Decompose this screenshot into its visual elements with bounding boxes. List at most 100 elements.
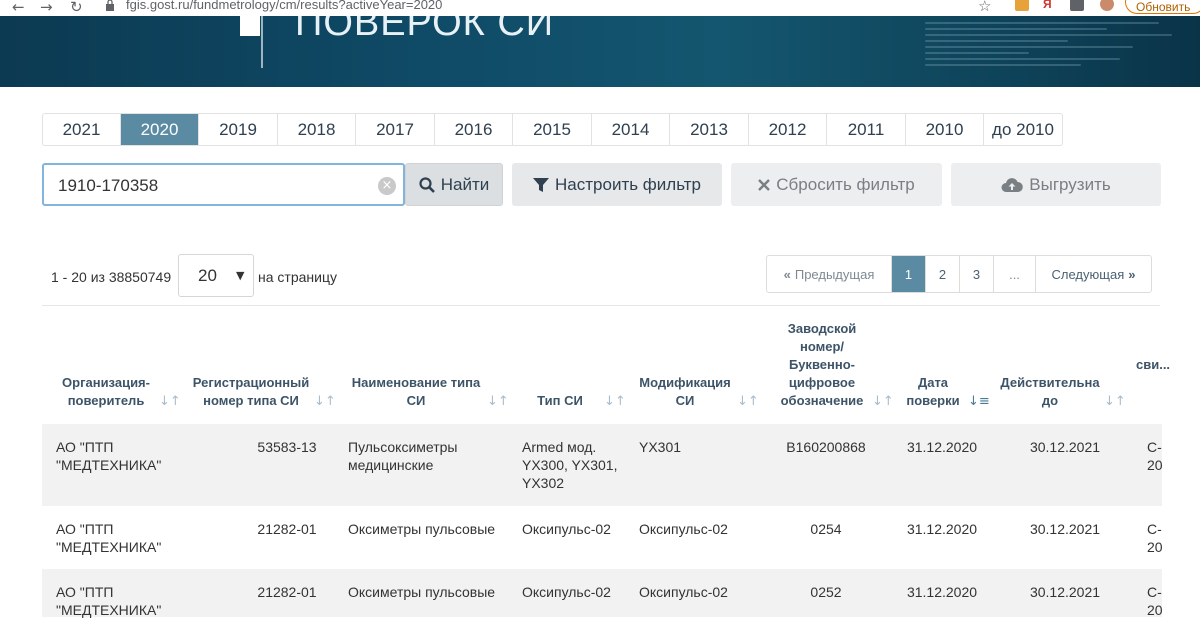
- year-tab-3[interactable]: 2018: [278, 114, 356, 145]
- cell-type: Оксипульс-02: [522, 584, 611, 600]
- reload-icon[interactable]: ↻: [70, 0, 83, 16]
- configure-filter-button[interactable]: Настроить фильтр: [512, 163, 722, 206]
- close-icon: [758, 178, 771, 191]
- double-chevron-right-icon: »: [1128, 266, 1136, 282]
- per-page-label: на страницу: [258, 269, 337, 285]
- pagination-prev[interactable]: « Предыдущая: [767, 256, 892, 292]
- cell-valid: 30.12.2021: [1029, 584, 1101, 600]
- pagination-page-2[interactable]: 2: [926, 256, 960, 292]
- sort-icon[interactable]: ↓↑: [872, 394, 894, 409]
- banner-title: ПОВЕРОК СИ: [295, 16, 555, 44]
- year-tab-0[interactable]: 2021: [43, 114, 121, 145]
- export-button[interactable]: Выгрузить: [951, 163, 1161, 206]
- pagination-ellipsis: ...: [994, 256, 1036, 292]
- cell-org: АО "ПТП "МЕДТЕХНИКА": [56, 439, 162, 473]
- table-row[interactable]: АО "ПТП "МЕДТЕХНИКА" 21282-01 Оксиметры пу…: [42, 506, 1162, 569]
- search-icon: [419, 176, 435, 193]
- banner-decoration: [925, 18, 1185, 82]
- divider: [42, 305, 1160, 306]
- double-chevron-left-icon: «: [783, 266, 791, 282]
- year-tab-12[interactable]: до 2010: [984, 114, 1062, 145]
- column-header-organization[interactable]: Организация-поверитель: [52, 374, 160, 410]
- column-header-reg-number[interactable]: Регистрационный номер типа СИ: [190, 374, 312, 410]
- cell-serial: B160200868: [786, 439, 866, 455]
- back-arrow-icon[interactable]: ←: [12, 0, 25, 16]
- cell-reg: 21282-01: [257, 521, 317, 537]
- browser-toolbar: ← → ↻ fgis.gost.ru/fundmetrology/cm/resu…: [0, 0, 1200, 16]
- cloud-upload-icon: [1001, 177, 1024, 193]
- sort-icon[interactable]: ↓↑: [159, 394, 181, 409]
- extension-icon[interactable]: [1015, 0, 1029, 11]
- cell-cert: С-... 20...: [1147, 439, 1162, 473]
- year-tab-9[interactable]: 2012: [749, 114, 827, 145]
- clear-search-icon[interactable]: ×: [378, 177, 396, 195]
- pagination-page-1[interactable]: 1: [892, 256, 926, 292]
- sort-desc-icon[interactable]: ↓≡: [968, 394, 990, 409]
- cell-serial: 0254: [810, 521, 842, 537]
- pagination-next-label: Следующая: [1051, 266, 1125, 282]
- year-tab-5[interactable]: 2016: [435, 114, 513, 145]
- sort-icon[interactable]: ↓↑: [1104, 394, 1126, 409]
- column-header-serial[interactable]: Заводской номер/ Буквенно-цифровое обозн…: [778, 320, 866, 410]
- browser-update-button[interactable]: Обновить: [1125, 0, 1200, 14]
- pagination: « Предыдущая 1 2 3 ... Следующая »: [766, 255, 1152, 293]
- column-header-type[interactable]: Тип СИ: [528, 392, 592, 410]
- sort-icon[interactable]: ↓↑: [487, 394, 509, 409]
- year-tab-2[interactable]: 2019: [199, 114, 278, 145]
- cell-org: АО "ПТП "МЕДТЕХНИКА": [56, 584, 162, 618]
- column-header-certificate[interactable]: сви...: [1136, 356, 1200, 374]
- logo-divider: [261, 16, 263, 68]
- puzzle-extensions-icon[interactable]: [1070, 0, 1084, 11]
- cell-serial: 0252: [810, 584, 842, 600]
- year-tab-6[interactable]: 2015: [513, 114, 592, 145]
- year-tab-1[interactable]: 2020: [121, 114, 199, 145]
- cell-valid: 30.12.2021: [1029, 439, 1101, 455]
- results-range: 1 - 20 из 38850749: [51, 269, 172, 285]
- sort-icon[interactable]: ↓↑: [604, 394, 626, 409]
- search-input[interactable]: 1910-170358 ×: [42, 163, 405, 206]
- funnel-icon: [533, 177, 550, 193]
- pagination-page-3[interactable]: 3: [960, 256, 994, 292]
- column-header-date[interactable]: Дата поверки: [900, 374, 966, 410]
- configure-filter-label: Настроить фильтр: [555, 174, 701, 194]
- year-tab-10[interactable]: 2011: [827, 114, 906, 145]
- year-tab-7[interactable]: 2014: [592, 114, 670, 145]
- address-bar[interactable]: fgis.gost.ru/fundmetrology/cm/results?ac…: [126, 0, 442, 12]
- cell-valid: 30.12.2021: [1029, 521, 1101, 537]
- bookmark-star-icon[interactable]: ☆: [978, 0, 991, 15]
- table-row[interactable]: АО "ПТП "МЕДТЕХНИКА" 21282-01 Оксиметры пу…: [42, 569, 1162, 618]
- cell-org: АО "ПТП "МЕДТЕХНИКА": [56, 521, 162, 555]
- reset-filter-button[interactable]: Сбросить фильтр: [731, 163, 942, 206]
- column-header-type-name[interactable]: Наименование типа СИ: [348, 374, 484, 410]
- search-input-value: 1910-170358: [58, 176, 159, 195]
- per-page-value: 20: [198, 266, 217, 285]
- yandex-extension-icon[interactable]: Я: [1043, 0, 1052, 11]
- year-tab-11[interactable]: 2010: [906, 114, 984, 145]
- profile-avatar[interactable]: [1100, 0, 1114, 11]
- cell-type: Armed мод. YX300, YX301, YX302: [522, 439, 618, 491]
- year-tab-8[interactable]: 2013: [670, 114, 749, 145]
- table-row[interactable]: АО "ПТП "МЕДТЕХНИКА" 53583-13 Пульсоксимет…: [42, 424, 1162, 506]
- reset-filter-label: Сбросить фильтр: [776, 174, 915, 194]
- find-button[interactable]: Найти: [405, 163, 503, 206]
- sort-icon[interactable]: ↓↑: [314, 394, 336, 409]
- sort-icon[interactable]: ↓↑: [737, 394, 759, 409]
- cell-cert: С-... 20...: [1147, 584, 1162, 618]
- forward-arrow-icon[interactable]: →: [40, 0, 53, 16]
- cell-mod: Оксипульс-02: [639, 584, 728, 600]
- pagination-next[interactable]: Следующая »: [1036, 256, 1151, 292]
- cell-date: 31.12.2020: [906, 439, 978, 455]
- cell-date: 31.12.2020: [906, 584, 978, 600]
- cell-date: 31.12.2020: [906, 521, 978, 537]
- pagination-prev-label: Предыдущая: [794, 266, 875, 282]
- cell-mod: YX301: [639, 439, 682, 455]
- cell-type: Оксипульс-02: [522, 521, 611, 537]
- per-page-select[interactable]: 20 ▼: [178, 254, 254, 297]
- year-tabs: 2021 2020 2019 2018 2017 2016 2015 2014 2013 2012…: [42, 113, 1063, 146]
- cell-name: Оксиметры пульсовые: [348, 584, 496, 600]
- cell-cert: С-... 20...: [1147, 521, 1162, 555]
- column-header-modification[interactable]: Модификация СИ: [634, 374, 736, 410]
- year-tab-4[interactable]: 2017: [356, 114, 435, 145]
- find-button-label: Найти: [440, 174, 490, 194]
- column-header-valid-until[interactable]: Действительна до: [998, 374, 1102, 410]
